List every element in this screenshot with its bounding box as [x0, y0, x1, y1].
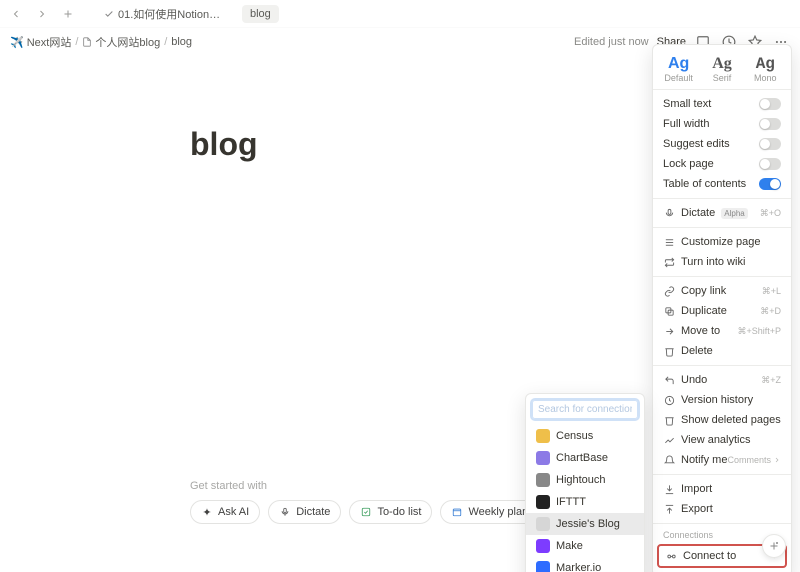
menu-version-history[interactable]: Version history: [653, 390, 791, 410]
switch-icon: [759, 118, 781, 130]
connection-item[interactable]: Marker.io: [526, 557, 644, 572]
connection-item[interactable]: Jessie's Blog: [526, 513, 644, 535]
connection-item[interactable]: IFTTT: [526, 491, 644, 513]
pill-ask-ai[interactable]: ✦Ask AI: [190, 500, 260, 524]
connection-label: Make: [556, 540, 583, 552]
connection-item[interactable]: Make: [526, 535, 644, 557]
sparkle-icon: ✦: [201, 506, 213, 518]
check-square-icon: [360, 506, 372, 518]
page-icon: [82, 37, 92, 47]
switch-icon: [759, 178, 781, 190]
font-mono[interactable]: AgMono: [747, 55, 783, 83]
menu-duplicate[interactable]: Duplicate⌘+D: [653, 301, 791, 321]
last-edited: Edited just now: [574, 36, 649, 48]
bell-icon: [663, 454, 675, 466]
menu-customize-page[interactable]: Customize page: [653, 232, 791, 252]
trash-restore-icon: [663, 414, 675, 426]
pill-todo[interactable]: To-do list: [349, 500, 432, 524]
mic-icon: [279, 506, 291, 518]
menu-turn-wiki[interactable]: Turn into wiki: [653, 252, 791, 272]
connection-item[interactable]: ChartBase: [526, 447, 644, 469]
app-icon: [536, 429, 550, 443]
font-default[interactable]: AgDefault: [661, 55, 697, 83]
app-icon: [536, 561, 550, 572]
connection-label: Hightouch: [556, 474, 606, 486]
pill-dictate[interactable]: Dictate: [268, 500, 341, 524]
calendar-icon: [451, 506, 463, 518]
menu-export[interactable]: Export: [653, 499, 791, 519]
connections-popup: Census ChartBase Hightouch IFTTT Jessie's Bl…: [525, 393, 645, 572]
app-icon: [536, 539, 550, 553]
toggle-suggest-edits[interactable]: Suggest edits: [653, 134, 791, 154]
app-icon: [536, 495, 550, 509]
chart-icon: [663, 434, 675, 446]
menu-move-to[interactable]: Move to⌘+Shift+P: [653, 321, 791, 341]
app-icon: [536, 473, 550, 487]
connection-label: Marker.io: [556, 562, 601, 572]
connection-label: Jessie's Blog: [556, 518, 620, 530]
sliders-icon: [663, 236, 675, 248]
connection-label: IFTTT: [556, 496, 586, 508]
toggle-small-text[interactable]: Small text: [653, 94, 791, 114]
page-settings-panel: AgDefault AgSerif AgMono Small text Full…: [652, 44, 792, 572]
copy-icon: [663, 305, 675, 317]
mic-icon: [663, 207, 675, 219]
connection-item[interactable]: Census: [526, 425, 644, 447]
tab-label: blog: [250, 8, 271, 20]
menu-dictate[interactable]: DictateAlpha⌘+O: [653, 203, 791, 223]
connection-label: Census: [556, 430, 593, 442]
new-tab-button[interactable]: [58, 4, 78, 24]
tab-label: 01.如何使用Notion作...: [118, 6, 228, 22]
history-icon: [663, 394, 675, 406]
toggle-toc[interactable]: Table of contents: [653, 174, 791, 194]
help-fab[interactable]: [762, 534, 786, 558]
breadcrumb: ✈️ Next网站 / 个人网站blog / blog: [10, 34, 192, 50]
nav-forward-button[interactable]: [32, 4, 52, 24]
tab-notion-guide[interactable]: 01.如何使用Notion作...: [96, 3, 236, 25]
toggle-lock-page[interactable]: Lock page: [653, 154, 791, 174]
menu-show-deleted[interactable]: Show deleted pages: [653, 410, 791, 430]
tab-blog[interactable]: blog: [242, 5, 279, 23]
link-icon: [663, 285, 675, 297]
menu-analytics[interactable]: View analytics: [653, 430, 791, 450]
check-icon: [104, 9, 114, 19]
breadcrumb-leaf[interactable]: blog: [171, 36, 192, 48]
move-icon: [663, 325, 675, 337]
plane-icon: ✈️: [10, 36, 24, 49]
undo-icon: [663, 374, 675, 386]
nav-back-button[interactable]: [6, 4, 26, 24]
menu-delete[interactable]: Delete: [653, 341, 791, 361]
trash-icon: [663, 345, 675, 357]
connection-label: ChartBase: [556, 452, 608, 464]
breadcrumb-mid[interactable]: 个人网站blog: [82, 34, 160, 50]
menu-import[interactable]: Import: [653, 479, 791, 499]
switch-icon: [759, 138, 781, 150]
connections-search-input[interactable]: [532, 400, 638, 419]
export-icon: [663, 503, 675, 515]
breadcrumb-root[interactable]: ✈️ Next网站: [10, 34, 71, 50]
import-icon: [663, 483, 675, 495]
app-icon: [536, 451, 550, 465]
switch-icon: [759, 98, 781, 110]
toggle-full-width[interactable]: Full width: [653, 114, 791, 134]
transform-icon: [663, 256, 675, 268]
app-icon: [536, 517, 550, 531]
menu-copy-link[interactable]: Copy link⌘+L: [653, 281, 791, 301]
connection-item[interactable]: Hightouch: [526, 469, 644, 491]
menu-notify[interactable]: Notify meComments: [653, 450, 791, 470]
switch-icon: [759, 158, 781, 170]
font-serif[interactable]: AgSerif: [704, 55, 740, 83]
plug-icon: [665, 550, 677, 562]
menu-undo[interactable]: Undo⌘+Z: [653, 370, 791, 390]
